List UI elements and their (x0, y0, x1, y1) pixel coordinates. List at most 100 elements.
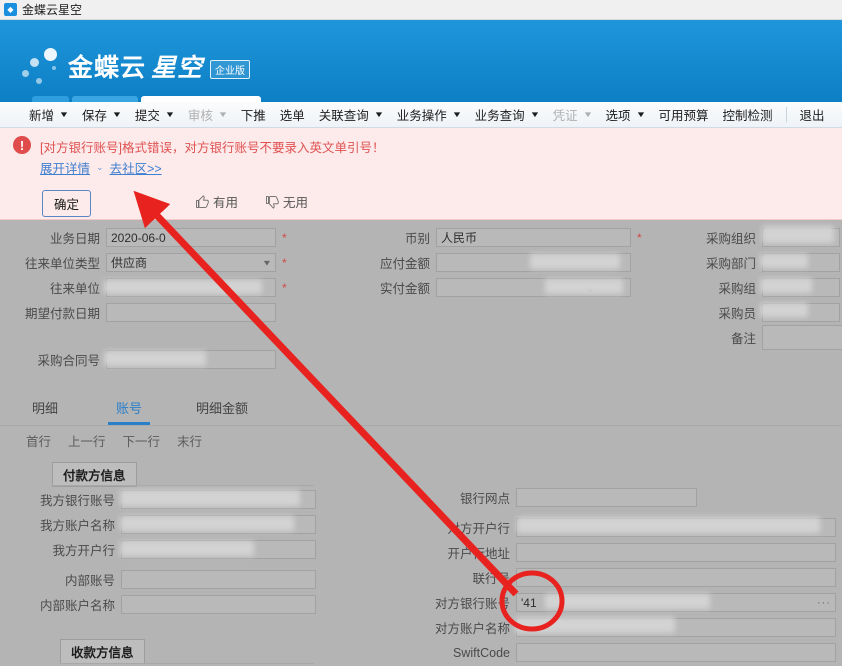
bank-address-input[interactable] (516, 543, 836, 562)
row-nav-prev[interactable]: 上一行 (68, 431, 106, 450)
payee-bank-account-input[interactable]: '41 ··· (516, 593, 836, 612)
toolbar-label: 业务操作 (396, 109, 447, 123)
field-label: 对方银行账号 (434, 597, 510, 611)
purchase-contract-no-input[interactable] (106, 350, 276, 369)
detail-tab-item-amount[interactable]: 明细金额 (186, 394, 258, 421)
row-nav-last[interactable]: 末行 (177, 431, 202, 450)
partner-type-select[interactable]: 供应商 ▼ (106, 253, 276, 272)
field-value: '41 (521, 595, 537, 610)
toolbar-button-business-ops[interactable]: 业务操作 ▼ (390, 102, 468, 128)
row-nav-first[interactable]: 首行 (26, 431, 51, 450)
toolbar-button-control-check[interactable]: 控制检测 (715, 102, 779, 128)
currency-input[interactable]: 人民币 (436, 228, 631, 247)
main-toolbar: 新增 ▼ 保存 ▼ 提交 ▼ 审核 ▼ 下推 选单 关联查询 ▼ 业务操作 ▼ 业务查询 ▼ … (0, 102, 842, 128)
purchase-group-input[interactable] (762, 278, 840, 297)
purchase-dept-input[interactable] (762, 253, 840, 272)
toolbar-button-push[interactable]: 下推 (234, 102, 273, 128)
internal-account-input[interactable] (121, 570, 316, 589)
toolbar-button-options[interactable]: 选项 ▼ (599, 102, 652, 128)
group-payee: 收款方信息 (60, 639, 145, 664)
expand-details-link[interactable]: 展开详情 (40, 158, 90, 177)
thumbs-down-icon (266, 195, 279, 209)
partner-input[interactable] (106, 278, 276, 297)
window-title: 金蝶云星空 (22, 3, 83, 17)
toolbar-label: 控制检测 (722, 109, 773, 123)
detail-tab-account[interactable]: 账号 (106, 394, 152, 425)
toolbar-label: 选单 (279, 109, 305, 123)
field-our-bank: 我方开户行 (0, 540, 316, 559)
ellipsis-lookup-icon[interactable]: ··· (817, 597, 831, 609)
field-purchaser: 采购员 (690, 303, 840, 322)
toolbar-button-submit[interactable]: 提交 ▼ (128, 102, 181, 128)
detail-tab-label: 账号 (116, 401, 143, 416)
remark-input[interactable] (762, 325, 842, 350)
confirm-button[interactable]: 确定 (42, 190, 92, 217)
useful-button[interactable]: 有用 (196, 192, 252, 211)
bank-branch-input[interactable] (516, 488, 697, 507)
field-label: 采购组 (718, 282, 756, 296)
toolbar-button-related-query[interactable]: 关联查询 ▼ (312, 102, 390, 128)
field-label: 采购部门 (705, 257, 756, 271)
toolbar-label: 凭证 (552, 109, 578, 123)
payable-amount-input[interactable] (436, 253, 631, 272)
field-cnaps-code: 联行号 (410, 568, 836, 587)
field-purchase-group: 采购组 (690, 278, 840, 297)
field-partner: 往来单位 * (0, 278, 287, 297)
toolbar-label: 新增 (29, 109, 55, 123)
expected-pay-date-input[interactable] (106, 303, 276, 322)
toolbar-button-business-query[interactable]: 业务查询 ▼ (468, 102, 546, 128)
our-account-name-input[interactable] (121, 515, 316, 534)
actual-amount-input[interactable]: ¥ (436, 278, 631, 297)
field-label: 备注 (730, 332, 756, 346)
toolbar-button-available-budget[interactable]: 可用预算 (651, 102, 715, 128)
field-label: 内部账号 (64, 574, 115, 588)
field-bank-branch: 银行网点 (410, 488, 697, 507)
toolbar-label: 下推 (240, 109, 266, 123)
payee-bank-input[interactable] (516, 518, 836, 537)
swift-code-input[interactable] (516, 643, 836, 662)
toolbar-separator (785, 107, 787, 122)
our-bank-account-input[interactable] (121, 490, 316, 509)
required-mark: * (282, 230, 287, 245)
useful-label: 有用 (213, 196, 239, 210)
toolbar-button-save[interactable]: 保存 ▼ (75, 102, 128, 128)
toolbar-button-exit[interactable]: 退出 (793, 102, 832, 128)
field-currency: 币别 人民币 * (380, 228, 642, 247)
business-date-input[interactable]: 2020-06-0 (106, 228, 276, 247)
brand-name: 金蝶云 星空 (68, 48, 203, 84)
field-payee-account-name: 对方账户名称 (410, 618, 836, 637)
field-bank-address: 开户行地址 (410, 543, 836, 562)
cnaps-code-input[interactable] (516, 568, 836, 587)
toolbar-button-voucher: 凭证 ▼ (546, 102, 599, 128)
app-icon: ◆ (4, 3, 17, 16)
toolbar-button-add[interactable]: 新增 ▼ (22, 102, 75, 128)
purchase-org-input[interactable] (762, 228, 840, 247)
chevron-down-icon: ▼ (217, 109, 229, 119)
purchaser-input[interactable] (762, 303, 840, 322)
payee-account-name-input[interactable] (516, 618, 836, 637)
detail-tab-items[interactable]: 明细 (22, 394, 68, 421)
field-label: 采购合同号 (37, 354, 100, 368)
chevron-down-icon: ▼ (261, 258, 273, 267)
currency-symbol: ¥ (587, 280, 594, 295)
field-label: 实付金额 (380, 282, 431, 296)
detail-tabs: 明细 账号 明细金额 (22, 394, 322, 426)
field-label: 币别 (404, 232, 430, 246)
brand-name-sub: 星空 (151, 54, 204, 82)
row-nav-next[interactable]: 下一行 (123, 431, 161, 450)
internal-account-name-input[interactable] (121, 595, 316, 614)
toolbar-button-select-doc[interactable]: 选单 (273, 102, 312, 128)
chevron-down-icon: ▼ (582, 109, 593, 119)
app-header: 金蝶云星空 企业版 付款单 付款单 - 新增 × (0, 20, 842, 102)
useless-button[interactable]: 无用 (266, 192, 322, 211)
error-icon: ! (13, 136, 31, 154)
field-internal-account: 内部账号 (0, 570, 316, 589)
toolbar-button-audit: 审核 ▼ (181, 102, 234, 128)
field-label: 应付金额 (380, 257, 431, 271)
detail-tab-label: 明细金额 (196, 401, 249, 416)
our-bank-input[interactable] (121, 540, 316, 559)
go-community-link[interactable]: 去社区>> (110, 158, 162, 177)
field-label: 对方账户名称 (434, 622, 510, 636)
chevron-down-icon: ▼ (529, 109, 540, 119)
chevron-down-icon: ▼ (58, 109, 70, 119)
